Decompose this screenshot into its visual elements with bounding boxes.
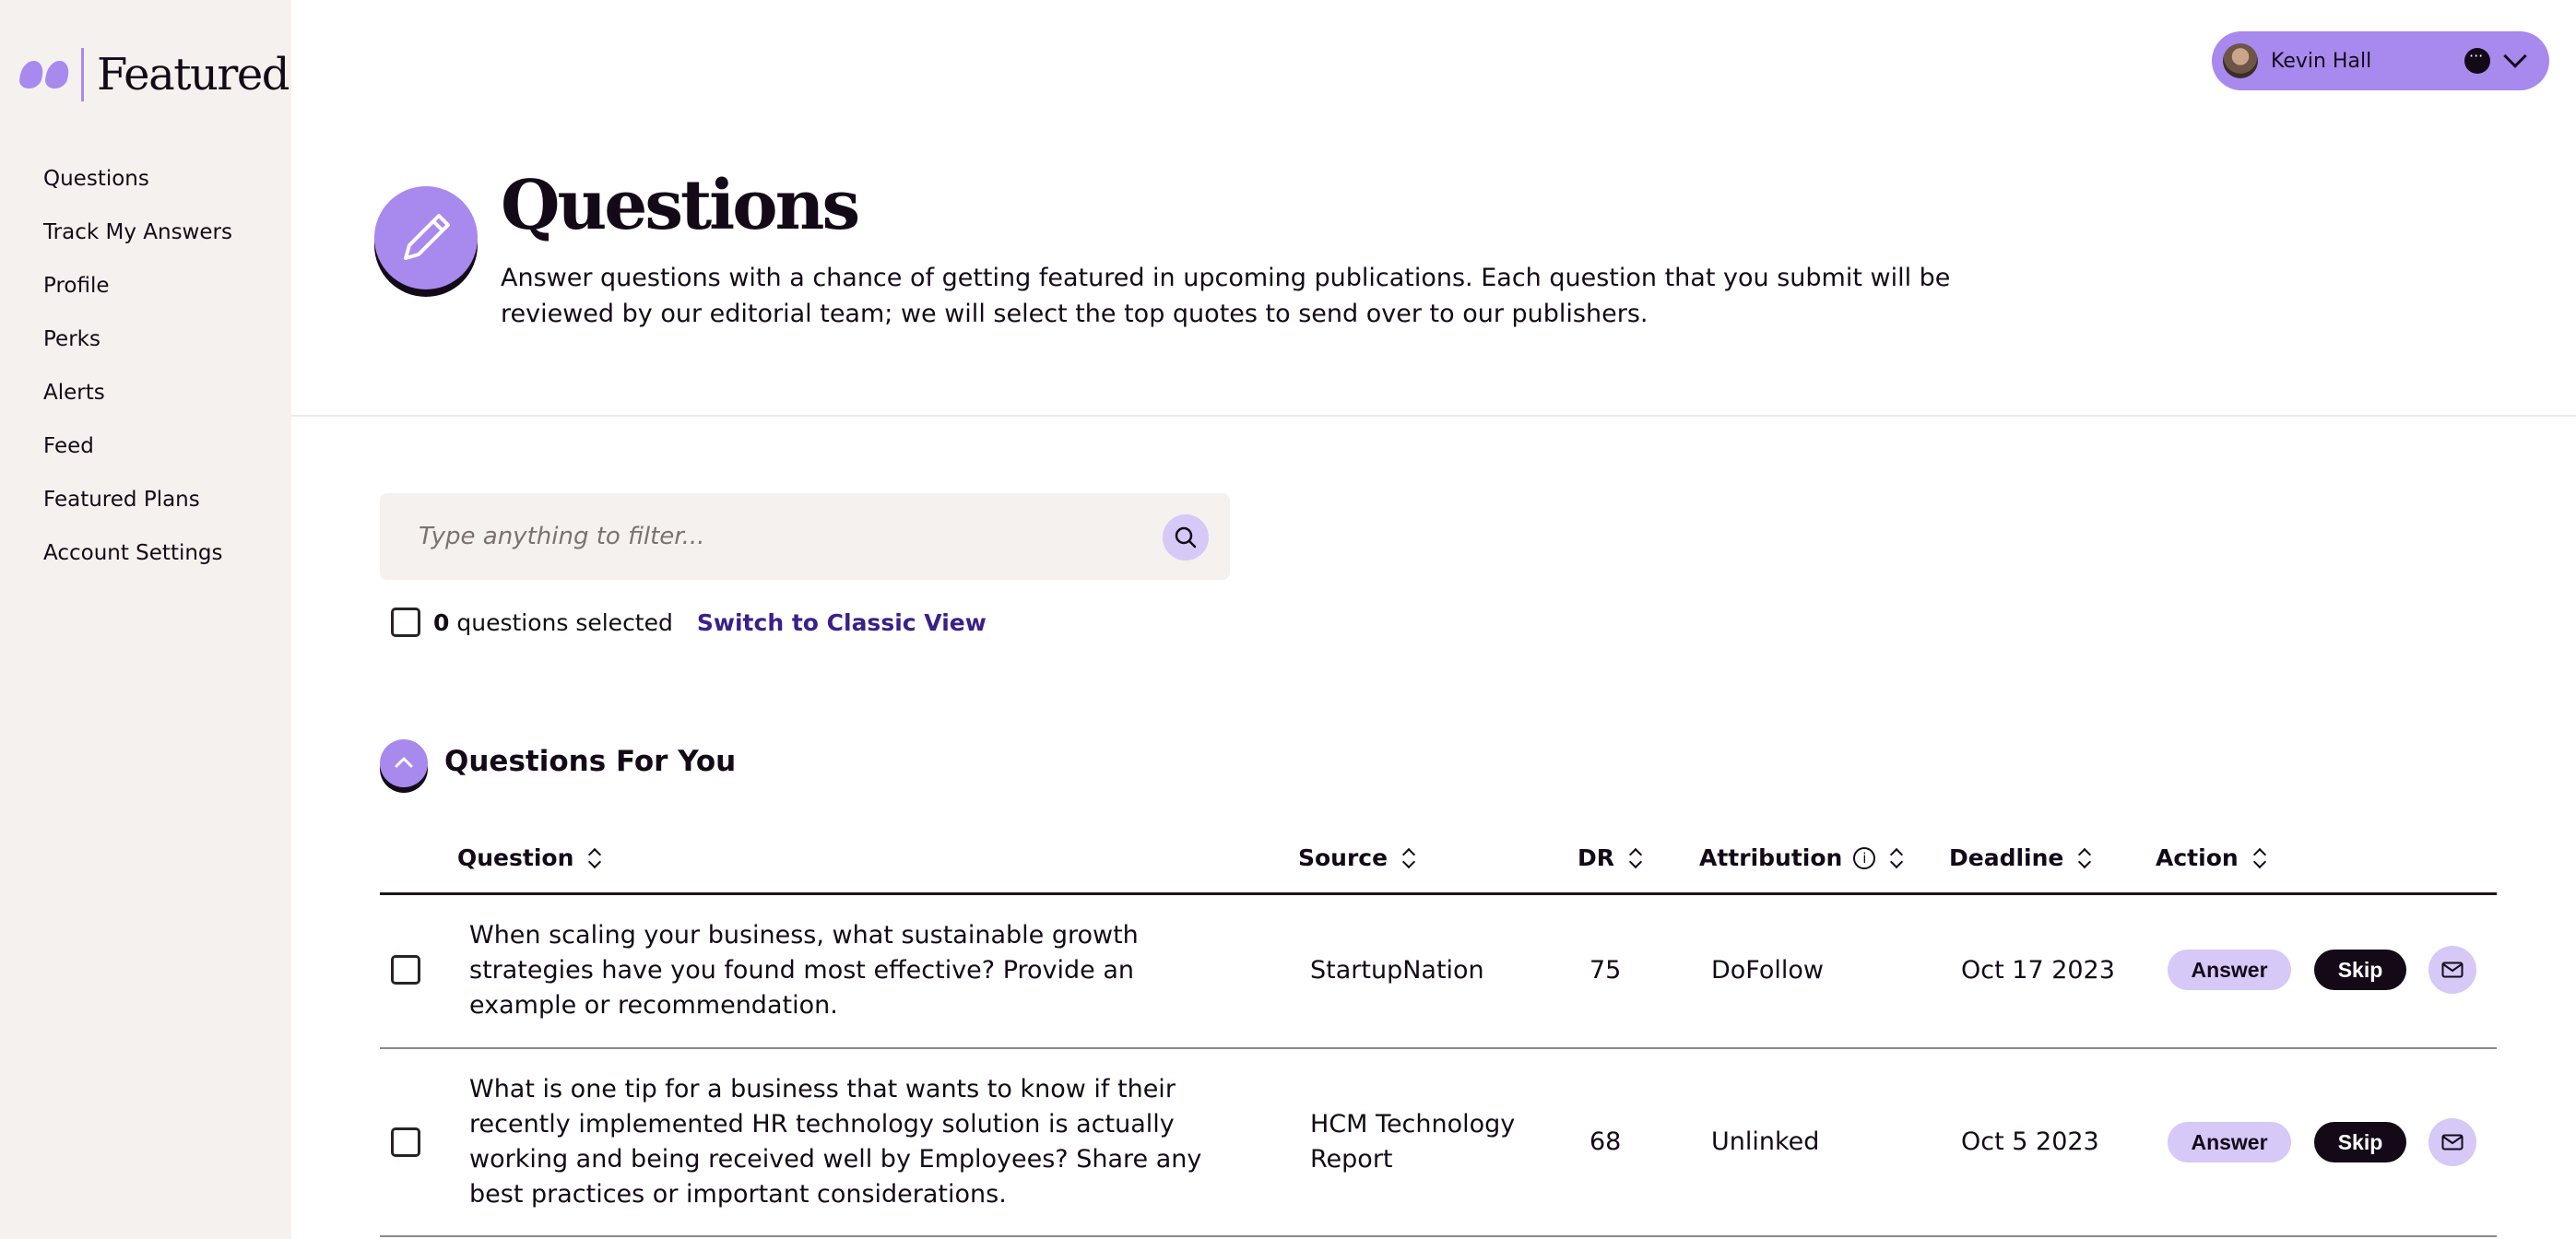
page-icon [374,186,478,297]
deadline-value: Oct 17 2023 [1961,956,2115,985]
column-label: Question [457,844,574,871]
filter-input[interactable] [419,493,1138,580]
selected-suffix: questions selected [449,608,673,636]
mail-icon [2441,962,2464,978]
sort-icon [1890,847,1901,869]
row-checkbox[interactable] [391,955,420,985]
column-header-deadline[interactable]: Deadline [1949,844,2089,871]
selection-count: 0 questions selected [433,609,673,636]
sidebar-item-profile[interactable]: Profile [43,269,232,323]
quote-mark-icon [18,61,71,88]
logo-divider [81,48,84,101]
row-checkbox[interactable] [391,1127,420,1157]
question-text: What is one tip for a business that want… [469,1075,1202,1209]
attribution-value: DoFollow [1711,956,1825,985]
select-all-checkbox[interactable] [391,608,420,637]
selected-count: 0 [433,608,450,636]
attribution-value: Unlinked [1711,1127,1820,1156]
page-title: Questions [501,166,860,245]
sidebar-item-featured-plans[interactable]: Featured Plans [43,483,232,537]
featured-logo[interactable]: Featured [18,48,290,101]
source-text: HCM Technology Report [1310,1110,1516,1174]
email-button[interactable] [2428,1118,2476,1166]
sort-icon [2078,847,2089,869]
user-menu[interactable]: Kevin Hall [2212,31,2549,90]
dr-value: 68 [1589,1127,1622,1156]
column-label: DR [1578,844,1615,871]
user-name: Kevin Hall [2271,49,2372,73]
column-label: Deadline [1949,844,2064,871]
avatar [2223,43,2258,78]
table-header-divider [380,892,2497,895]
column-label: Attribution [1699,844,1843,871]
skip-button[interactable]: Skip [2314,1122,2406,1162]
source-text: StartupNation [1310,956,1484,985]
email-button[interactable] [2428,946,2476,994]
skip-button[interactable]: Skip [2314,950,2406,990]
column-label: Action [2156,844,2239,871]
chat-bubble-icon[interactable] [2464,47,2490,74]
sort-icon [2253,847,2264,869]
sidebar-nav: Questions Track My Answers Profile Perks… [43,162,232,590]
column-header-dr[interactable]: DR [1578,844,1640,871]
sidebar: Featured Questions Track My Answers Prof… [0,0,291,1239]
header-divider [291,415,2576,417]
mail-icon [2441,1134,2464,1150]
sidebar-item-feed[interactable]: Feed [43,430,232,483]
search-button[interactable] [1163,514,1209,560]
sidebar-item-track-my-answers[interactable]: Track My Answers [43,216,232,269]
sort-icon [1402,847,1413,869]
info-icon[interactable]: i [1853,846,1876,869]
column-header-source[interactable]: Source [1298,844,1413,871]
sort-icon [588,847,599,869]
answer-button[interactable]: Answer [2168,950,2291,990]
column-label: Source [1298,844,1388,871]
sort-icon [1629,847,1640,869]
section-title: Questions For You [444,745,737,778]
column-header-action[interactable]: Action [2156,844,2264,871]
sidebar-item-account-settings[interactable]: Account Settings [43,537,232,590]
deadline-value: Oct 5 2023 [1961,1127,2099,1156]
column-header-question[interactable]: Question [457,844,599,871]
sidebar-item-perks[interactable]: Perks [43,323,232,376]
chevron-up-icon [395,757,413,768]
sidebar-item-questions[interactable]: Questions [43,162,232,216]
row-divider [380,1047,2497,1049]
page-description: Answer questions with a chance of gettin… [501,264,1951,328]
pencil-icon [404,214,450,260]
row-divider [380,1235,2497,1237]
filter-box [380,493,1230,580]
answer-button[interactable]: Answer [2168,1122,2291,1162]
selection-bar: 0 questions selected Switch to Classic V… [391,607,987,638]
section-collapse-button[interactable] [380,739,428,793]
chevron-down-icon[interactable] [2503,44,2527,68]
question-text: When scaling your business, what sustain… [469,921,1139,1020]
column-header-attribution[interactable]: Attribution i [1699,844,1901,871]
sidebar-item-alerts[interactable]: Alerts [43,376,232,430]
search-icon [1175,526,1197,549]
logo-wordmark: Featured [97,49,290,100]
switch-classic-view-link[interactable]: Switch to Classic View [697,609,987,636]
dr-value: 75 [1589,956,1622,985]
